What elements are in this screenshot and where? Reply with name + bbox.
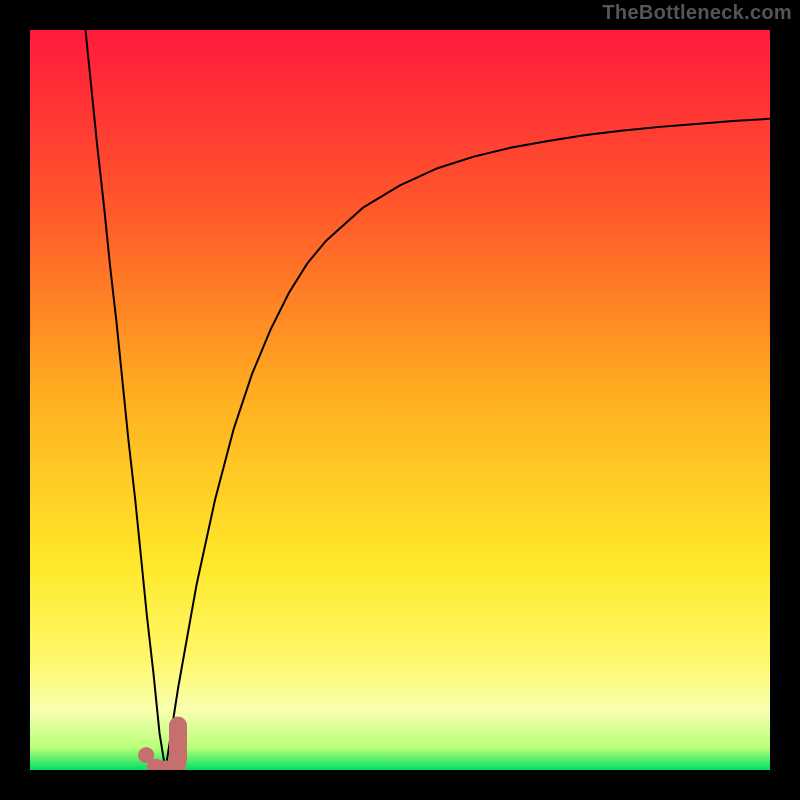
- chart-svg: [30, 30, 770, 770]
- plot-area: [30, 30, 770, 770]
- watermark-text: TheBottleneck.com: [602, 2, 792, 25]
- chart-stage: TheBottleneck.com: [0, 0, 800, 800]
- series-dot-dot-marker: [138, 747, 154, 763]
- gradient-background: [30, 30, 770, 770]
